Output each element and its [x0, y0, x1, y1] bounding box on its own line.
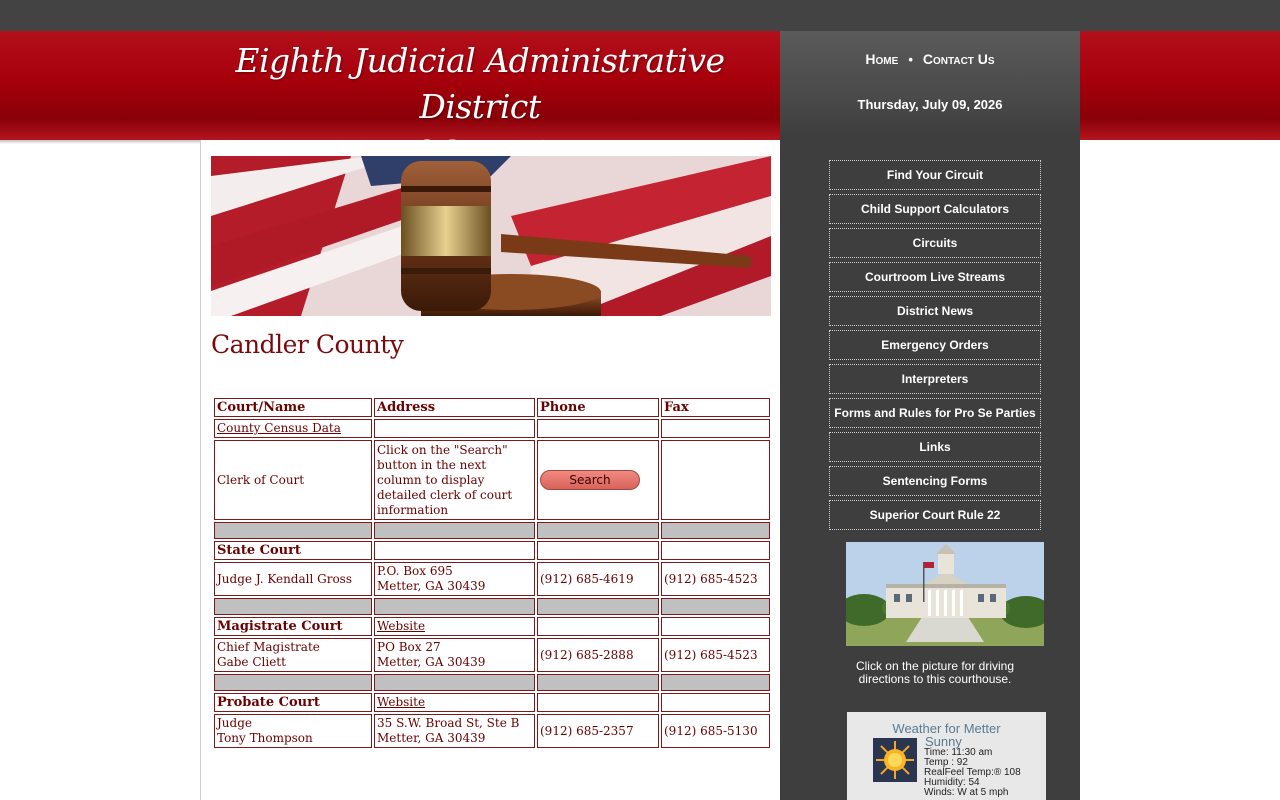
probate-website-link[interactable]: Website — [377, 695, 425, 709]
probate-fax: (912) 685-5130 — [661, 714, 770, 748]
probate-address: 35 S.W. Broad St, Ste B Metter, GA 30439 — [374, 714, 535, 748]
sun-icon — [873, 738, 917, 782]
col-header-fax: Fax — [661, 398, 770, 417]
magistrate-judge: Chief Magistrate Gabe Cliett — [214, 638, 372, 672]
magistrate-court-heading: Magistrate Court — [214, 617, 372, 636]
current-date: Thursday, July 09, 2026 — [857, 97, 1003, 112]
sidebar-item-district-news[interactable]: District News — [829, 296, 1041, 326]
nav-separator: • — [908, 52, 913, 67]
clerk-instructions: Click on the "Search" button in the next… — [374, 440, 535, 520]
magistrate-address: PO Box 27 Metter, GA 30439 — [374, 638, 535, 672]
state-court-phone: (912) 685-4619 — [537, 562, 659, 596]
site-title-line1: Eighth Judicial Administrative District — [235, 41, 725, 126]
main-content: Candler County Court/Name Address Phone … — [200, 140, 780, 800]
table-row: County Census Data — [214, 419, 770, 438]
col-header-court: Court/Name — [214, 398, 372, 417]
sidebar-item-sentencing-forms[interactable]: Sentencing Forms — [829, 466, 1041, 496]
state-court-address: P.O. Box 695 Metter, GA 30439 — [374, 562, 535, 596]
probate-court-heading: Probate Court — [214, 693, 372, 712]
sidebar-item-courtroom-live-streams[interactable]: Courtroom Live Streams — [829, 262, 1041, 292]
table-row: Clerk of Court Click on the "Search" but… — [214, 440, 770, 520]
state-court-judge: Judge J. Kendall Gross — [214, 562, 372, 596]
clerk-search-button[interactable]: Search — [540, 470, 640, 490]
probate-phone: (912) 685-2357 — [537, 714, 659, 748]
magistrate-website-link[interactable]: Website — [377, 619, 425, 633]
table-row: Chief Magistrate Gabe Cliett PO Box 27 M… — [214, 638, 770, 672]
state-court-fax: (912) 685-4523 — [661, 562, 770, 596]
sidebar: Find Your Circuit Child Support Calculat… — [780, 140, 1080, 800]
weather-details: Time: 11:30 am Temp : 92 RealFeel Temp:®… — [924, 747, 1021, 798]
top-bar — [0, 0, 1280, 31]
home-link[interactable]: Home — [865, 51, 898, 67]
separator-row — [214, 674, 770, 691]
weather-widget[interactable]: Weather for Metter Sunny Time: 11:30 am … — [847, 712, 1046, 800]
probate-judge: Judge Tony Thompson — [214, 714, 372, 748]
courthouse-photo[interactable] — [846, 542, 1044, 646]
table-header-row: Court/Name Address Phone Fax — [214, 398, 770, 417]
table-row: Judge Tony Thompson 35 S.W. Broad St, St… — [214, 714, 770, 748]
col-header-address: Address — [374, 398, 535, 417]
magistrate-phone: (912) 685-2888 — [537, 638, 659, 672]
table-row: State Court — [214, 541, 770, 560]
gavel-flag-image — [211, 156, 771, 316]
county-census-link[interactable]: County Census Data — [217, 421, 341, 435]
clerk-name: Clerk of Court — [214, 440, 372, 520]
separator-row — [214, 522, 770, 539]
sidebar-item-child-support-calculators[interactable]: Child Support Calculators — [829, 194, 1041, 224]
sidebar-item-interpreters[interactable]: Interpreters — [829, 364, 1041, 394]
top-nav: Home • Contact Us — [780, 51, 1080, 67]
sidebar-item-find-your-circuit[interactable]: Find Your Circuit — [829, 160, 1041, 190]
col-header-phone: Phone — [537, 398, 659, 417]
magistrate-fax: (912) 685-4523 — [661, 638, 770, 672]
sidebar-item-circuits[interactable]: Circuits — [829, 228, 1041, 258]
table-row: Judge J. Kendall Gross P.O. Box 695 Mett… — [214, 562, 770, 596]
court-directory-table: Court/Name Address Phone Fax County Cens… — [212, 396, 772, 750]
sidebar-item-emergency-orders[interactable]: Emergency Orders — [829, 330, 1041, 360]
separator-row — [214, 598, 770, 615]
table-row: Probate Court Website — [214, 693, 770, 712]
courthouse-caption: Click on the picture for driving directi… — [855, 659, 1015, 686]
header-nav-panel: Home • Contact Us Thursday, July 09, 2026 — [780, 31, 1080, 140]
sidebar-item-forms-rules-pro-se[interactable]: Forms and Rules for Pro Se Parties — [829, 398, 1041, 428]
state-court-heading: State Court — [214, 541, 372, 560]
table-row: Magistrate Court Website — [214, 617, 770, 636]
contact-us-link[interactable]: Contact Us — [923, 51, 995, 67]
sidebar-item-links[interactable]: Links — [829, 432, 1041, 462]
sidebar-item-superior-court-rule-22[interactable]: Superior Court Rule 22 — [829, 500, 1041, 530]
page-title: Candler County — [211, 330, 404, 359]
